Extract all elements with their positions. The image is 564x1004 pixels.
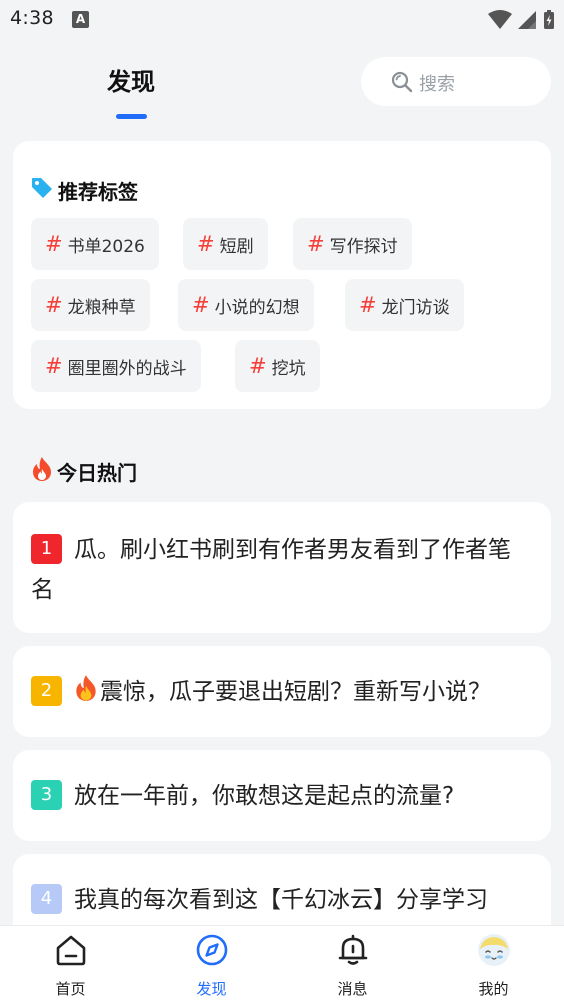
tag-label: 龙门访谈 — [381, 297, 450, 318]
hot-heading-label: 今日热门 — [57, 460, 137, 485]
page-title[interactable]: 发现 — [107, 62, 155, 97]
hot-item-content: 1 瓜。刷小红书刷到有作者男友看到了作者笔名 — [31, 530, 533, 610]
hash-icon: # — [249, 353, 267, 378]
tags-heading: 推荐标签 — [30, 176, 138, 204]
hash-icon: # — [359, 292, 377, 317]
tag-label: 圈里圈外的战斗 — [67, 358, 187, 379]
hash-icon: # — [45, 231, 63, 256]
hot-item-content: 2 震惊，瓜子要退出短剧？重新写小说？ — [31, 672, 533, 715]
fire-emoji-icon — [74, 674, 98, 715]
bell-icon — [336, 933, 370, 971]
search-icon — [391, 71, 413, 97]
status-time: 4:38 — [10, 7, 54, 29]
nav-label: 消息 — [337, 980, 368, 998]
rank-badge: 4 — [31, 884, 62, 914]
nav-item-messages[interactable]: 消息 — [282, 926, 423, 1004]
tag-label: 小说的幻想 — [214, 297, 300, 318]
rank-badge: 2 — [31, 676, 62, 706]
battery-icon — [544, 10, 554, 29]
avatar — [477, 933, 511, 971]
status-icons — [486, 8, 558, 36]
home-icon — [54, 933, 88, 971]
hot-item-card[interactable]: 3 放在一年前，你敢想这是起点的流量? — [13, 750, 551, 841]
hot-heading: 今日热门 — [31, 456, 137, 486]
wifi-icon — [488, 10, 512, 29]
tag-label: 短剧 — [219, 236, 254, 257]
hot-item-card[interactable]: 2 震惊，瓜子要退出短剧？重新写小说？ — [13, 646, 551, 737]
tag-chip[interactable]: # 圈里圈外的战斗 — [31, 340, 201, 392]
hot-item-card[interactable]: 1 瓜。刷小红书刷到有作者男友看到了作者笔名 — [13, 502, 551, 633]
tag-chip[interactable]: # 小说的幻想 — [178, 279, 314, 331]
hot-item-content: 4 我真的每次看到这【千幻冰云】分享学习 — [31, 880, 533, 920]
nav-item-home[interactable]: 首页 — [0, 926, 141, 1004]
nav-item-profile[interactable]: 我的 — [423, 926, 564, 1004]
fire-icon — [31, 456, 53, 486]
search-placeholder: 搜索 — [419, 74, 455, 95]
hash-icon: # — [197, 231, 215, 256]
hash-icon: # — [45, 292, 63, 317]
bottom-nav: 首页 发现 消息 我的 — [0, 925, 564, 1004]
hot-item-title: 我真的每次看到这【千幻冰云】分享学习 — [74, 887, 488, 913]
hash-icon: # — [45, 353, 63, 378]
signal-icon — [518, 11, 536, 29]
tag-chip[interactable]: # 龙粮种草 — [31, 279, 150, 331]
hash-icon: # — [192, 292, 210, 317]
tag-chip[interactable]: # 书单2026 — [31, 218, 159, 270]
tag-label: 龙粮种草 — [67, 297, 136, 318]
tags-heading-label: 推荐标签 — [58, 179, 138, 204]
recommended-tags-card: 推荐标签 # 书单2026 # 短剧 # 写作探讨 # 龙粮种草 # 小说的幻想… — [13, 141, 551, 409]
notification-a-icon: A — [72, 11, 89, 28]
tag-label: 书单2026 — [67, 236, 145, 257]
compass-icon — [195, 933, 229, 971]
rank-badge: 3 — [31, 780, 62, 810]
tag-chip[interactable]: # 挖坑 — [235, 340, 320, 392]
nav-label: 我的 — [478, 980, 509, 998]
hot-item-title: 震惊，瓜子要退出短剧？重新写小说？ — [100, 679, 491, 705]
hot-item-title: 放在一年前，你敢想这是起点的流量? — [74, 783, 455, 809]
nav-item-discover[interactable]: 发现 — [141, 926, 282, 1004]
tag-label: 挖坑 — [271, 358, 306, 379]
tag-label: 写作探讨 — [329, 236, 398, 257]
active-tab-indicator — [116, 114, 147, 119]
tag-chip[interactable]: # 龙门访谈 — [345, 279, 464, 331]
nav-label: 首页 — [55, 980, 86, 998]
tag-chip[interactable]: # 短剧 — [183, 218, 268, 270]
rank-badge: 1 — [31, 534, 62, 564]
hot-item-content: 3 放在一年前，你敢想这是起点的流量? — [31, 776, 533, 816]
tag-icon — [30, 176, 54, 204]
tag-chip[interactable]: # 写作探讨 — [293, 218, 412, 270]
search-input[interactable]: 搜索 — [361, 57, 551, 106]
nav-label: 发现 — [196, 980, 227, 998]
status-bar: 4:38 A — [0, 0, 564, 40]
hash-icon: # — [307, 231, 325, 256]
hot-item-title: 瓜。刷小红书刷到有作者男友看到了作者笔名 — [31, 537, 511, 603]
